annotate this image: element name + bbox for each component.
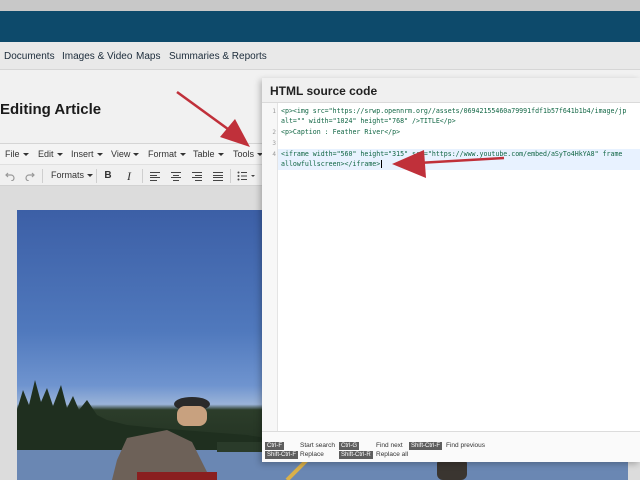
formats-label: Formats (51, 170, 85, 180)
code-line: <p>Caption : Feather River</p> (281, 128, 401, 136)
menu-view[interactable]: View (111, 149, 140, 159)
line-number: 3 (272, 140, 276, 147)
site-header-bar (0, 11, 640, 42)
search-shortcuts-bar: Ctrl-F Start search Ctrl-G Find next Shi… (262, 431, 640, 462)
menu-tools-label: Tools (233, 149, 255, 159)
align-left-icon[interactable] (150, 172, 160, 181)
menu-format[interactable]: Format (148, 149, 186, 159)
formats-dropdown[interactable]: Formats (51, 170, 94, 180)
shortcut-key: Shift-Ctrl-F (265, 451, 298, 459)
line-number: 4 (272, 151, 276, 158)
menu-table[interactable]: Table (193, 149, 224, 159)
align-center-icon[interactable] (171, 172, 181, 181)
text-cursor (381, 160, 383, 168)
toolbar-separator (230, 169, 231, 183)
dialog-header: HTML source code (262, 78, 640, 103)
code-line-text: allowfullscreen></iframe> (281, 160, 381, 168)
align-justify-icon[interactable] (213, 172, 223, 181)
toolbar-separator (42, 169, 43, 183)
line-number-gutter: 1 2 3 4 (262, 103, 278, 431)
menu-edit[interactable]: Edit (38, 149, 63, 159)
shortcut-key: Ctrl-F (265, 442, 284, 450)
code-line-with-cursor: allowfullscreen></iframe> (281, 160, 383, 168)
menu-insert-label: Insert (71, 149, 94, 159)
redo-icon (25, 172, 35, 182)
menu-file-label: File (5, 149, 20, 159)
line-number: 1 (272, 108, 276, 115)
shortcut-find-previous: Find previous (446, 442, 486, 449)
chevron-down-icon (56, 153, 63, 157)
nav-images-video[interactable]: Images & Video (62, 51, 132, 62)
chevron-down-icon (179, 153, 186, 157)
shortcut-replace: Replace (300, 451, 324, 458)
bold-button[interactable]: B (102, 169, 114, 183)
menu-tools[interactable]: Tools (233, 149, 264, 159)
shortcut-replace-all: Replace all (376, 451, 409, 458)
editor-toolbar: Formats B I (0, 164, 262, 186)
align-right-icon[interactable] (192, 172, 202, 181)
undo-button[interactable] (4, 169, 16, 183)
line-number: 2 (272, 129, 276, 136)
nav-documents[interactable]: Documents (4, 51, 55, 62)
italic-button[interactable]: I (123, 169, 135, 183)
bullet-list-button[interactable] (236, 169, 256, 183)
menu-view-label: View (111, 149, 131, 159)
code-line: <p><img src="https://srwp.opennrm.org//a… (281, 107, 627, 115)
redo-button[interactable] (24, 169, 36, 183)
menu-table-label: Table (193, 149, 215, 159)
site-nav: Documents Images & Video Maps Summaries … (0, 42, 640, 70)
shortcut-start-search: Start search (300, 442, 336, 449)
undo-icon (5, 172, 15, 182)
shortcut-key: Shift-Ctrl-F (409, 442, 442, 450)
chevron-down-icon (133, 153, 140, 157)
page-title: Editing Article (0, 101, 102, 118)
code-line: <iframe width="560" height="315" src="ht… (281, 150, 623, 158)
toolbar-separator (142, 169, 143, 183)
nav-summaries-reports[interactable]: Summaries & Reports (169, 51, 267, 62)
menu-file[interactable]: File (5, 149, 29, 159)
chevron-down-icon (87, 174, 94, 178)
toolbar-separator (96, 169, 97, 183)
source-code-dialog: HTML source code 1 2 3 4 <p><img src="ht… (262, 78, 640, 462)
dialog-title: HTML source code (270, 84, 378, 98)
menu-insert[interactable]: Insert (71, 149, 103, 159)
editor-menubar: File Edit Insert View Format Table Tools (0, 143, 264, 164)
source-code-editor[interactable]: 1 2 3 4 <p><img src="https://srwp.opennr… (262, 103, 640, 431)
menu-format-label: Format (148, 149, 177, 159)
browser-top-strip (0, 0, 640, 11)
chevron-down-icon (217, 153, 224, 157)
code-line: alt="" width="1024" height="768" />TITLE… (281, 117, 456, 125)
menu-edit-label: Edit (38, 149, 54, 159)
chevron-down-icon (22, 153, 29, 157)
shortcut-key: Ctrl-G (339, 442, 359, 450)
chevron-down-icon (96, 153, 103, 157)
bullet-list-icon (237, 171, 255, 181)
shortcut-find-next: Find next (376, 442, 403, 449)
nav-maps[interactable]: Maps (136, 51, 160, 62)
shortcut-key: Shift-Ctrl-R (339, 451, 373, 459)
